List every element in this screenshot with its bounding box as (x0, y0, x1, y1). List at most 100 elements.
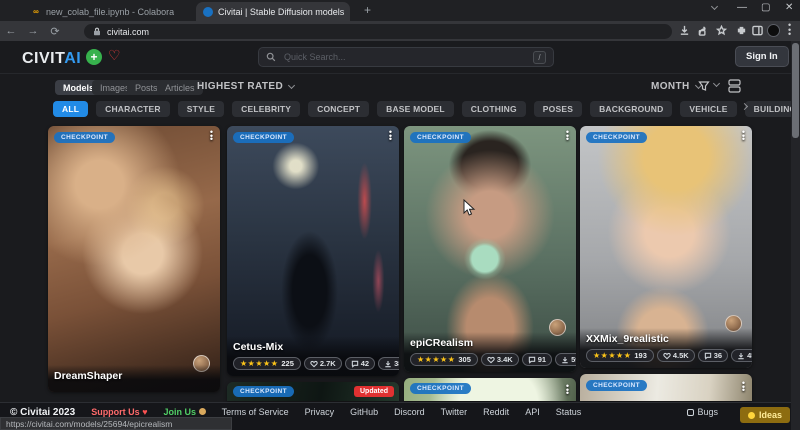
card-overlay: XXMix_9realistic ★★★★★193 4.5K 36 45K (580, 328, 752, 368)
chip-background[interactable]: BACKGROUND (590, 101, 672, 117)
comments-pill[interactable]: 42 (345, 357, 375, 370)
footer-link-api[interactable]: API (525, 407, 540, 417)
star-icons: ★★★★★ (417, 355, 455, 364)
ideas-button[interactable]: Ideas (740, 407, 790, 423)
likes-pill[interactable]: 3.4K (481, 353, 519, 366)
card-menu-dots-icon[interactable]: ••• (566, 385, 569, 396)
downloads-pill[interactable]: 38K (378, 357, 399, 370)
model-card-xxmix9realistic[interactable]: CHECKPOINT ••• XXMix_9realistic ★★★★★193… (580, 126, 752, 368)
model-card-epicrealism[interactable]: CHECKPOINT ••• epiCRealism ★★★★★305 3.4K… (404, 126, 576, 372)
footer-link-terms[interactable]: Terms of Service (222, 407, 289, 417)
bugs-button[interactable]: Bugs (687, 407, 718, 417)
footer-link-twitter[interactable]: Twitter (441, 407, 468, 417)
likes-pill[interactable]: 2.7K (304, 357, 342, 370)
model-card-partial[interactable]: CHECKPOINT ••• (404, 378, 576, 401)
extensions-icon[interactable] (736, 25, 747, 36)
forward-icon[interactable]: → (22, 25, 44, 37)
rating-pill[interactable]: ★★★★★305 (410, 353, 478, 366)
tab-articles[interactable]: Articles (157, 80, 203, 95)
filter-funnel-icon[interactable] (698, 80, 710, 92)
checkpoint-badge: CHECKPOINT (586, 380, 647, 391)
new-tab-button[interactable]: + (364, 3, 371, 17)
minimize-button[interactable]: — (737, 3, 747, 13)
comments-pill[interactable]: 36 (698, 349, 728, 362)
tab-close-icon[interactable]: ✕ (349, 6, 350, 17)
model-card-dreamshaper[interactable]: CHECKPOINT ••• DreamShaper (48, 126, 220, 392)
reload-icon[interactable]: ⟳ (44, 25, 66, 38)
back-icon[interactable]: ← (0, 25, 22, 37)
profile-avatar[interactable] (767, 24, 780, 37)
card-menu-dots-icon[interactable]: ••• (742, 131, 745, 142)
comments-count: 36 (714, 351, 722, 360)
footer-link-privacy[interactable]: Privacy (305, 407, 335, 417)
downloads-count: 59K (571, 355, 576, 364)
downloads-pill[interactable]: 45K (731, 349, 752, 362)
comment-icon (528, 356, 536, 364)
create-plus-button[interactable]: + (86, 49, 102, 65)
card-menu-dots-icon[interactable]: ••• (389, 131, 392, 142)
rating-count: 225 (281, 359, 294, 368)
url-bar[interactable]: civitai.com (84, 24, 672, 39)
footer-link-reddit[interactable]: Reddit (483, 407, 509, 417)
colab-icon: ∞ (31, 7, 41, 17)
side-panel-icon[interactable] (752, 25, 763, 36)
rating-pill[interactable]: ★★★★★225 (233, 357, 301, 370)
chip-celebrity[interactable]: CELEBRITY (232, 101, 300, 117)
chevron-down-icon (288, 81, 295, 88)
maximize-button[interactable]: ▢ (761, 3, 770, 13)
model-card-cetus-mix[interactable]: CHECKPOINT ••• Cetus-Mix ★★★★★225 2.7K 4… (227, 126, 399, 376)
checkpoint-badge: CHECKPOINT (586, 132, 647, 143)
lightbulb-icon (748, 412, 755, 419)
card-title: DreamShaper (54, 370, 214, 382)
chip-character[interactable]: CHARACTER (96, 101, 170, 117)
sort-dropdown[interactable]: HIGHEST RATED (197, 81, 294, 92)
chip-vehicle[interactable]: VEHICLE (680, 101, 736, 117)
card-menu-dots-icon[interactable]: ••• (742, 382, 745, 393)
browser-tab-colab[interactable]: ∞ new_colab_file.ipynb - Colabora ✕ (24, 2, 174, 21)
comments-pill[interactable]: 91 (522, 353, 552, 366)
download-page-icon[interactable] (679, 25, 690, 36)
model-card-partial[interactable]: CHECKPOINT ••• (580, 374, 752, 401)
card-overlay: Cetus-Mix ★★★★★225 2.7K 42 38K (227, 336, 399, 376)
chip-concept[interactable]: CONCEPT (308, 101, 369, 117)
comments-count: 91 (538, 355, 546, 364)
sign-in-button[interactable]: Sign In (735, 46, 789, 67)
chip-style[interactable]: STYLE (178, 101, 224, 117)
chip-poses[interactable]: POSES (534, 101, 582, 117)
footer-link-join[interactable]: Join Us (164, 407, 206, 417)
browser-tab-civitai[interactable]: Civitai | Stable Diffusion models ✕ (196, 2, 350, 21)
filter-chevron-icon[interactable] (713, 80, 720, 87)
footer-link-discord[interactable]: Discord (394, 407, 425, 417)
chip-clothing[interactable]: CLOTHING (462, 101, 526, 117)
likes-pill[interactable]: 4.5K (657, 349, 695, 362)
search-input[interactable] (282, 51, 527, 63)
period-dropdown[interactable]: MONTH (651, 81, 701, 92)
tab-search-chevron-icon[interactable] (711, 3, 718, 10)
bookmark-star-icon[interactable] (716, 25, 727, 36)
window-close-button[interactable]: ✕ (785, 3, 793, 13)
scrollbar-thumb[interactable] (792, 43, 799, 138)
chip-base-model[interactable]: BASE MODEL (377, 101, 454, 117)
chip-all[interactable]: ALL (53, 101, 88, 117)
layout-toggle-icon[interactable] (728, 79, 741, 93)
bug-icon (687, 409, 694, 416)
model-card-partial[interactable]: CHECKPOINT Updated (227, 382, 399, 401)
civitai-logo[interactable]: CIVITAI (22, 48, 81, 68)
browser-menu-dots-icon[interactable]: ••• (788, 23, 791, 37)
rating-count: 305 (458, 355, 471, 364)
downloads-pill[interactable]: 59K (555, 353, 576, 366)
card-menu-dots-icon[interactable]: ••• (566, 131, 569, 142)
footer-link-status[interactable]: Status (556, 407, 582, 417)
rating-pill[interactable]: ★★★★★193 (586, 349, 654, 362)
quick-search[interactable]: / (258, 47, 554, 67)
status-url-tooltip: https://civitai.com/models/25694/epicrea… (0, 417, 232, 430)
footer-link-support[interactable]: Support Us ♥ (91, 407, 147, 417)
favorites-heart-icon[interactable]: ♡ (108, 47, 121, 64)
search-shortcut-key: / (533, 51, 546, 64)
star-icons: ★★★★★ (593, 351, 631, 360)
category-chips: ALL CHARACTER STYLE CELEBRITY CONCEPT BA… (53, 101, 800, 119)
footer-link-github[interactable]: GitHub (350, 407, 378, 417)
card-menu-dots-icon[interactable]: ••• (210, 131, 213, 142)
downloads-count: 38K (394, 359, 399, 368)
share-icon[interactable] (698, 25, 709, 36)
